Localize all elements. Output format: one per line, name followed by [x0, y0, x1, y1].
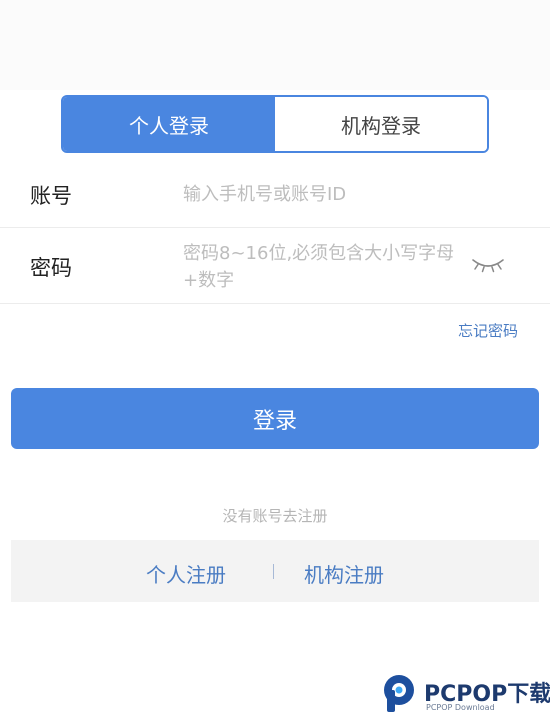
account-label: 账号 [30, 184, 72, 208]
watermark: PCPOP下载 PCPOP Download [380, 672, 550, 716]
forgot-password-link[interactable]: 忘记密码 [458, 320, 518, 341]
tab-org-login[interactable]: 机构登录 [275, 97, 487, 151]
account-row: 账号 [0, 160, 550, 228]
password-row: 密码 密码8~16位,必须包含大小写字母+数字 [0, 228, 550, 304]
login-type-tabs: 个人登录 机构登录 [61, 95, 489, 153]
top-strip [0, 0, 550, 90]
register-personal-link[interactable]: 个人注册 [146, 559, 226, 588]
password-input[interactable]: 密码8~16位,必须包含大小写字母+数字 [183, 240, 458, 294]
tab-personal-login[interactable]: 个人登录 [63, 97, 275, 151]
register-org-link[interactable]: 机构注册 [304, 559, 384, 588]
eye-closed-icon[interactable] [470, 256, 506, 274]
register-bar: 个人注册 机构注册 [11, 540, 539, 602]
login-button[interactable]: 登录 [11, 388, 539, 449]
register-separator [273, 564, 274, 579]
account-input[interactable] [183, 181, 503, 207]
pcpop-logo-icon [384, 675, 414, 712]
no-account-hint: 没有账号去注册 [222, 507, 328, 525]
password-label: 密码 [30, 256, 72, 280]
watermark-subtitle: PCPOP Download [426, 703, 495, 712]
